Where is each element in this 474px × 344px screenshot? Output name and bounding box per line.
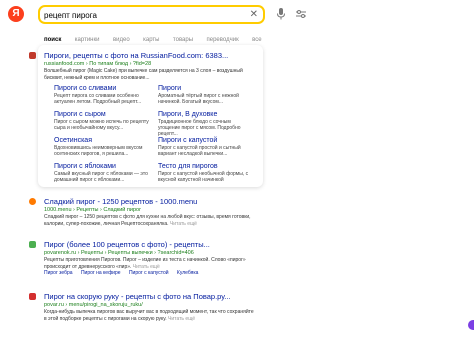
sitelink[interactable]: Пироги со сливами Рецепт пирога со слива… <box>54 84 154 105</box>
sitelink-title[interactable]: Пироги со сливами <box>54 84 154 93</box>
sitelink-text: Пирог с капустой простой и сытный вариан… <box>158 145 241 157</box>
povar-favicon <box>29 293 36 300</box>
result-snippet: Волшебный пирог (Magic Cake) при выпечке… <box>44 68 243 81</box>
sitelink-text: Рецепт пирога со сливами особенно актуал… <box>54 93 142 105</box>
result-snippet: Когда-нибудь выпечка пирогов вас выручит… <box>44 309 254 322</box>
sitelink-title[interactable]: Тесто для пирогов <box>158 162 258 171</box>
povarenok-favicon <box>29 241 36 248</box>
tab-video[interactable]: видео <box>113 37 130 43</box>
russianfood-favicon <box>29 52 36 59</box>
sitelink-text: Традиционное блюдо с сочным угощение пир… <box>158 119 241 137</box>
sitelink[interactable]: Пироги с яблоками Самый вкусный пирог с … <box>54 162 154 183</box>
sitelink-text: Пирог с капустой необычной формы, с вкус… <box>158 171 249 183</box>
sitelink-text: Вдохновившись неимоверным вкусом осетинс… <box>54 145 143 157</box>
sitelink[interactable]: Пироги, В духовке Традиционное блюдо с с… <box>158 110 258 137</box>
clear-icon[interactable]: ✕ <box>250 9 258 21</box>
side-widget-tab[interactable] <box>468 320 474 330</box>
sitelink-title[interactable]: Осетинская <box>54 136 154 145</box>
sitelink[interactable]: Пироги Ароматный тёртый пирог с нежной н… <box>158 84 258 105</box>
settings-icon[interactable] <box>295 7 307 21</box>
quick-link[interactable]: Кулебяка <box>177 270 198 276</box>
search-result: Пирог на скорую руку - рецепты с фото на… <box>29 292 254 322</box>
result-title[interactable]: Пироги, рецепты с фото на RussianFood.co… <box>44 51 254 60</box>
tab-translator[interactable]: переводчик <box>207 37 239 43</box>
result-url[interactable]: povar.ru › menu/pirogi_na_skoruju_ruku/ <box>44 301 254 309</box>
quick-link[interactable]: Пирог зебра <box>44 270 73 276</box>
tab-images[interactable]: картинки <box>75 37 100 43</box>
sitelink[interactable]: Пироги с сыром Пирог с сыром можно испеч… <box>54 110 154 131</box>
sitelink[interactable]: Тесто для пирогов Пирог с капустой необы… <box>158 162 258 183</box>
sitelink-title[interactable]: Пироги <box>158 84 258 93</box>
sitelink-title[interactable]: Пироги, В духовке <box>158 110 258 119</box>
search-tabs: поиск картинки видео карты товары перево… <box>44 28 271 43</box>
result-title[interactable]: Пирог (более 100 рецептов с фото) - реце… <box>44 240 254 249</box>
1000menu-favicon <box>29 198 36 205</box>
quick-link[interactable]: Пирог на кефире <box>81 270 121 276</box>
sitelink-title[interactable]: Пироги с капустой <box>158 136 258 145</box>
search-box[interactable]: ✕ <box>38 5 265 24</box>
result-snippet: Сладкий пирог – 1250 рецептов с фото для… <box>44 214 251 227</box>
search-result: Сладкий пирог - 1250 рецептов - 1000.men… <box>29 197 259 227</box>
read-more-link[interactable]: Читать ещё <box>170 221 197 227</box>
top-bar: Я ✕ <box>0 0 474 30</box>
sitelink-title[interactable]: Пироги с сыром <box>54 110 154 119</box>
tab-goods[interactable]: товары <box>173 37 193 43</box>
result-snippet: Рецепты приготовления Пирогов. Пирог – и… <box>44 257 246 270</box>
tab-maps[interactable]: карты <box>143 37 159 43</box>
quick-link[interactable]: Пирог с капустой <box>129 270 169 276</box>
result-title[interactable]: Сладкий пирог - 1250 рецептов - 1000.men… <box>44 197 259 206</box>
result-url[interactable]: 1000.menu › Рецепты › Сладкий пирог <box>44 206 259 214</box>
search-input[interactable] <box>44 8 234 22</box>
sitelink[interactable]: Пироги с капустой Пирог с капустой прост… <box>158 136 258 157</box>
search-result: Пирог (более 100 рецептов с фото) - реце… <box>29 240 254 277</box>
quick-links: Пирог зебра Пирог на кефире Пирог с капу… <box>44 270 254 277</box>
microphone-icon[interactable] <box>275 7 287 21</box>
result-url[interactable]: povarenok.ru › Рецепты › Рецепты выпечки… <box>44 249 254 257</box>
tab-all[interactable]: все <box>252 37 261 43</box>
read-more-link[interactable]: Читать ещё <box>168 316 195 322</box>
read-more-link[interactable]: Читать ещё <box>133 264 160 270</box>
result-title[interactable]: Пирог на скорую руку - рецепты с фото на… <box>44 292 254 301</box>
result-url[interactable]: russianfood.com › По типам блюд › ?fid=2… <box>44 60 254 68</box>
search-result: Пироги, рецепты с фото на RussianFood.co… <box>29 51 254 81</box>
tab-search[interactable]: поиск <box>44 37 61 43</box>
sitelink-title[interactable]: Пироги с яблоками <box>54 162 154 171</box>
sitelink[interactable]: Осетинская Вдохновившись неимоверным вку… <box>54 136 154 157</box>
sitelink-text: Ароматный тёртый пирог с нежной начинкой… <box>158 93 239 105</box>
yandex-logo[interactable]: Я <box>8 6 24 22</box>
sitelink-text: Пирог с сыром можно испечь по рецепту сы… <box>54 119 149 131</box>
sitelink-text: Самый вкусный пирог с яблоками — это дом… <box>54 171 148 183</box>
